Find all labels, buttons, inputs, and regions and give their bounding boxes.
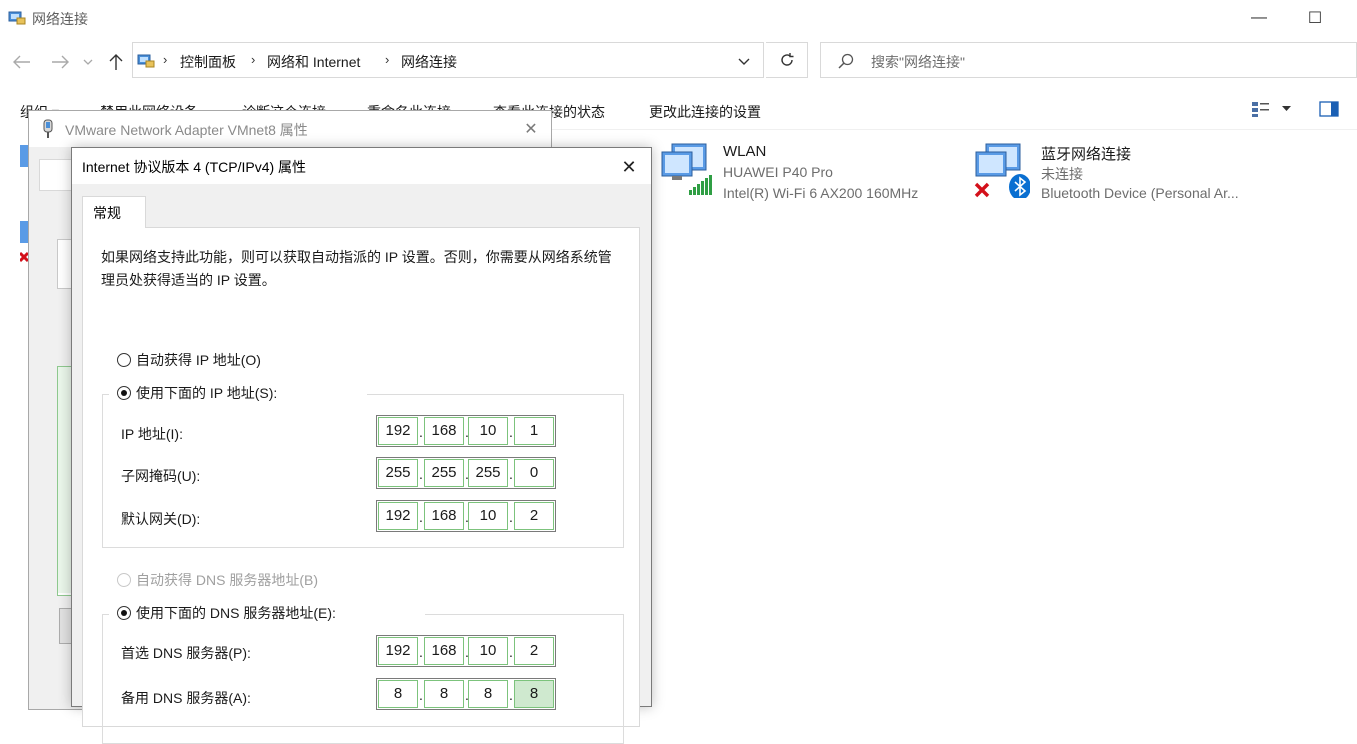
up-arrow-icon [109,54,123,70]
auto-dns-radio[interactable] [117,573,131,587]
alternate-dns-label: 备用 DNS 服务器(A): [121,690,251,706]
bluetooth-adapter-icon[interactable] [972,140,1030,198]
minimize-button[interactable]: — [1236,0,1282,36]
ip-octet[interactable]: 8 [424,680,464,708]
chevron-down-icon [83,59,93,65]
chevron-down-icon[interactable] [1282,106,1291,112]
auto-ip-label[interactable]: 自动获得 IP 地址(O) [136,350,261,370]
general-panel: 如果网络支持此功能，则可以获取自动指派的 IP 设置。否则，你需要从网络系统管理… [82,227,640,744]
ip-octet[interactable]: 255 [378,459,418,487]
up-button[interactable] [104,50,128,74]
network-adapter-icon [43,119,53,138]
chevron-down-icon [738,58,750,65]
tab-general[interactable]: 常规 [82,196,146,228]
wlan-adapter-icon[interactable] [658,140,716,198]
dialog-titlebar: VMware Network Adapter VMnet8 属性 ✕ [29,111,551,147]
maximize-icon: ☐ [1307,10,1323,27]
connection-status: 未连接 [1041,166,1083,182]
refresh-icon [780,53,793,66]
default-gateway-input[interactable]: 192 . 168 . 10 . 2 [376,500,556,532]
ip-octet[interactable]: 168 [424,502,464,530]
minimize-icon: — [1251,9,1267,26]
subnet-mask-label: 子网掩码(U): [121,468,201,484]
connection-status: HUAWEI P40 Pro [723,164,833,180]
address-bar[interactable]: › 控制面板 › 网络和 Internet › 网络连接 [132,42,764,78]
ip-octet[interactable]: 1 [514,417,554,445]
default-gateway-label: 默认网关(D): [121,511,201,527]
manual-ip-radio[interactable] [117,386,131,400]
search-icon [838,53,854,69]
dialog-title: Internet 协议版本 4 (TCP/IPv4) 属性 [82,159,307,175]
ip-octet[interactable]: 10 [468,502,508,530]
connection-device: Intel(R) Wi-Fi 6 AX200 160MHz [723,185,919,201]
manual-dns-radio[interactable] [117,606,131,620]
forward-button[interactable] [48,50,72,74]
ip-octet[interactable]: 2 [514,502,554,530]
ip-octet[interactable]: 10 [468,637,508,665]
maximize-button[interactable]: ☐ [1292,0,1338,36]
connections-list-left [0,129,30,697]
ip-octet[interactable]: 192 [378,637,418,665]
connection-name[interactable]: 蓝牙网络连接 [1041,143,1131,164]
back-arrow-icon [13,55,30,69]
connection-name[interactable]: WLAN [723,143,766,160]
connection-device: Bluetooth Device (Personal Ar... [1041,185,1239,201]
ip-octet[interactable]: 192 [378,417,418,445]
chevron-right-icon: › [385,52,390,67]
breadcrumb-network-connections[interactable]: 网络连接 [401,52,457,72]
back-button[interactable] [10,50,34,74]
ip-octet[interactable]: 8 [378,680,418,708]
ip-octet[interactable]: 8 [514,680,554,708]
auto-dns-label[interactable]: 自动获得 DNS 服务器地址(B) [136,570,318,590]
ip-octet[interactable]: 192 [378,502,418,530]
change-settings-button[interactable]: 更改此连接的设置 [649,102,761,122]
breadcrumb-network-internet[interactable]: 网络和 Internet [267,52,360,72]
auto-ip-radio[interactable] [117,353,131,367]
manual-dns-label[interactable]: 使用下面的 DNS 服务器地址(E): [136,603,336,623]
close-button[interactable]: ✕ [616,154,642,180]
network-folder-icon [8,11,26,25]
ip-octet[interactable]: 255 [424,459,464,487]
window-titlebar: 网络连接 — ☐ [0,0,1357,36]
search-input[interactable]: 搜索"网络连接" [871,52,965,72]
manual-ip-label[interactable]: 使用下面的 IP 地址(S): [136,383,277,403]
ip-octet[interactable]: 8 [468,680,508,708]
alternate-dns-input[interactable]: 8 . 8 . 8 . 8 [376,678,556,710]
window-title: 网络连接 [32,11,88,27]
preferred-dns-label: 首选 DNS 服务器(P): [121,645,251,661]
refresh-button[interactable] [766,42,808,78]
ip-address-input[interactable]: 192 . 168 . 10 . 1 [376,415,556,447]
subnet-mask-input[interactable]: 255 . 255 . 255 . 0 [376,457,556,489]
chevron-right-icon: › [251,52,256,67]
search-box[interactable]: 搜索"网络连接" [820,42,1357,78]
recent-locations-button[interactable] [80,50,96,74]
preferred-dns-input[interactable]: 192 . 168 . 10 . 2 [376,635,556,667]
close-icon: ✕ [621,156,637,177]
description-text: 如果网络支持此功能，则可以获取自动指派的 IP 设置。否则，你需要从网络系统管理… [101,249,612,288]
address-history-button[interactable] [730,50,758,72]
breadcrumb-control-panel[interactable]: 控制面板 [180,52,236,72]
close-icon: ✕ [524,121,538,138]
view-options-icon[interactable] [1251,100,1273,118]
ip-octet[interactable]: 168 [424,417,464,445]
ipv4-properties-dialog: Internet 协议版本 4 (TCP/IPv4) 属性 ✕ 常规 如果网络支… [71,147,652,744]
ip-octet[interactable]: 255 [468,459,508,487]
chevron-right-icon: › [163,52,168,67]
forward-arrow-icon [52,55,69,69]
preview-pane-icon[interactable] [1319,100,1341,118]
close-button[interactable]: ✕ [519,117,543,141]
ip-octet[interactable]: 0 [514,459,554,487]
ip-octet[interactable]: 168 [424,637,464,665]
dialog-titlebar: Internet 协议版本 4 (TCP/IPv4) 属性 ✕ [72,148,651,184]
ip-octet[interactable]: 10 [468,417,508,445]
ip-octet[interactable]: 2 [514,637,554,665]
network-folder-icon [137,54,155,68]
dialog-title: VMware Network Adapter VMnet8 属性 [65,122,308,138]
ip-address-label: IP 地址(I): [121,426,183,442]
